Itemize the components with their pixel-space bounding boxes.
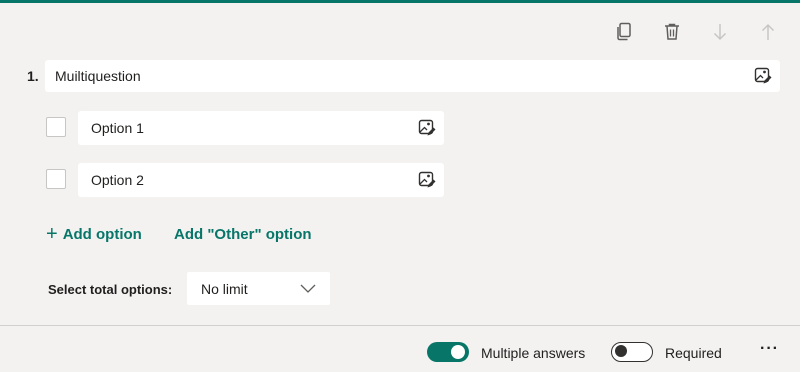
delete-question-button[interactable] (660, 20, 684, 44)
insert-image-icon (418, 119, 436, 136)
add-other-option-label: Add "Other" option (174, 226, 312, 243)
add-option-button[interactable]: + Add option (46, 222, 142, 245)
select-total-options-label: Select total options: (48, 282, 173, 297)
required-toggle[interactable] (611, 342, 653, 362)
option-checkbox[interactable] (46, 117, 66, 137)
toggle-knob (451, 345, 465, 359)
toggle-knob (615, 345, 627, 357)
select-total-options-value: No limit (201, 280, 248, 297)
insert-image-icon (754, 67, 772, 84)
multiple-answers-toggle[interactable] (427, 342, 469, 362)
option-label: Option 1 (91, 120, 144, 136)
question-number: 1. (27, 68, 39, 84)
move-up-button[interactable] (756, 20, 780, 44)
copy-question-button[interactable] (612, 20, 636, 44)
option-insert-media-button[interactable] (416, 117, 438, 139)
move-down-button[interactable] (708, 20, 732, 44)
add-option-label: Add option (62, 226, 142, 243)
option-field[interactable]: Option 2 (78, 163, 444, 197)
footer-divider (0, 325, 800, 326)
required-label: Required (665, 345, 722, 361)
question-title-field[interactable]: Muiltiquestion (45, 60, 780, 92)
question-title-text: Muiltiquestion (55, 68, 141, 84)
select-total-options-dropdown[interactable]: No limit (187, 272, 330, 305)
insert-image-icon (418, 171, 436, 188)
plus-icon: + (46, 222, 58, 245)
question-toolbar (612, 20, 780, 44)
option-label: Option 2 (91, 172, 144, 188)
delete-icon (665, 23, 679, 40)
top-accent-bar (0, 0, 800, 3)
option-field[interactable]: Option 1 (78, 111, 444, 145)
add-other-option-button[interactable]: Add "Other" option (174, 226, 312, 243)
option-checkbox[interactable] (46, 169, 66, 189)
chevron-down-icon (300, 284, 316, 293)
move-up-icon (761, 23, 775, 40)
copy-icon (617, 22, 631, 41)
insert-media-button[interactable] (752, 65, 774, 87)
option-insert-media-button[interactable] (416, 169, 438, 191)
multiple-answers-label: Multiple answers (481, 345, 586, 361)
move-down-icon (713, 24, 727, 41)
more-options-button[interactable]: ··· (760, 340, 779, 358)
